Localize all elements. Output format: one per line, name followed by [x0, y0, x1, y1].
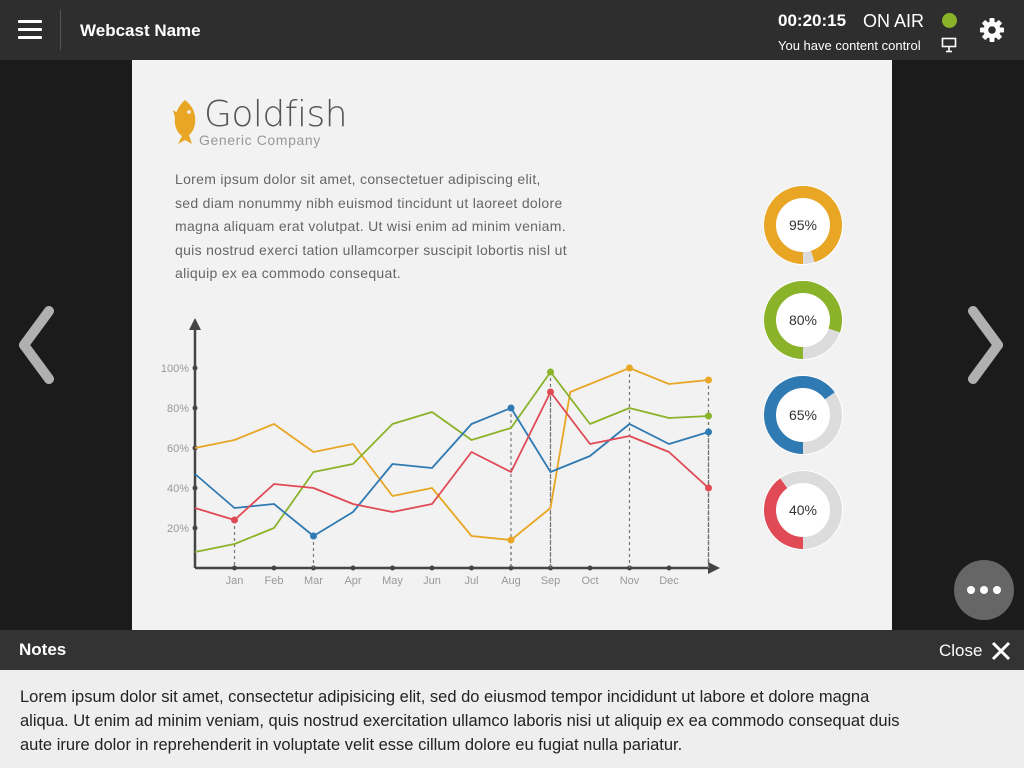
- menu-icon-bar: [18, 28, 42, 31]
- status-label: ON AIR: [863, 11, 925, 31]
- slide-charts: 20% 40% 60% 80% 100% Jan Feb Mar Apr May Jun Jul Aug…: [161, 185, 843, 587]
- y-tick-label: 20%: [167, 523, 189, 535]
- y-tick-mark: [192, 365, 198, 371]
- x-tick-label: Dec: [659, 575, 679, 587]
- slide: Goldfish Generic Company Lorem ipsum dol…: [132, 60, 892, 630]
- highlight-point: [547, 368, 554, 376]
- series-line: [194, 391, 710, 521]
- notes-title: Notes: [19, 640, 67, 659]
- donut-label: 65%: [789, 407, 817, 423]
- x-tick-mark: [271, 565, 277, 571]
- series-line: [194, 371, 709, 553]
- notes-body: Lorem ipsum dolor sit amet, consectetur …: [0, 670, 1024, 768]
- x-tick-label: Apr: [344, 575, 361, 587]
- x-tick-mark: [469, 565, 474, 571]
- notes-line: aliqua. Ut enim ad minim veniam, quis no…: [20, 712, 900, 730]
- y-axis-arrow: [189, 318, 201, 330]
- close-notes-button[interactable]: Close: [939, 638, 1012, 664]
- x-tick-mark: [587, 565, 593, 571]
- x-tick-label: Jan: [226, 575, 244, 587]
- donut-label: 80%: [789, 312, 817, 328]
- top-bar: Webcast Name 00:20:15 ON AIR You have co…: [0, 0, 1024, 60]
- ellipsis-dot: [993, 586, 1001, 594]
- presentation-stage: Goldfish Generic Company Lorem ipsum dol…: [0, 60, 1024, 630]
- ellipsis-dot: [980, 586, 988, 594]
- x-tick-label: Sep: [541, 575, 561, 587]
- highlight-point: [705, 376, 712, 384]
- x-tick-label: Aug: [501, 575, 521, 587]
- previous-slide-arrow-icon[interactable]: [16, 305, 56, 385]
- x-tick-mark: [429, 565, 435, 571]
- highlight-point: [507, 404, 515, 412]
- donut-label: 95%: [789, 217, 817, 233]
- y-tick-mark: [192, 525, 198, 531]
- notes-line: aute irure dolor in reprehenderit in vol…: [20, 736, 683, 754]
- close-label: Close: [939, 641, 983, 660]
- y-tick-mark: [192, 405, 198, 411]
- highlight-point: [310, 532, 317, 540]
- x-tick-label: Nov: [620, 575, 640, 587]
- donut-label: 40%: [789, 502, 817, 518]
- highlight-point: [626, 364, 633, 372]
- y-tick-label: 80%: [167, 403, 189, 415]
- series-line: [194, 407, 709, 537]
- y-tick-label: 100%: [161, 363, 189, 375]
- ellipsis-icon: [967, 586, 975, 594]
- menu-button[interactable]: [18, 20, 42, 40]
- x-tick-mark: [350, 565, 356, 571]
- highlight-point: [231, 516, 238, 524]
- menu-icon-bar: [18, 36, 42, 39]
- highlight-point: [705, 484, 712, 492]
- header-divider: [60, 10, 61, 50]
- x-tick-label: May: [382, 575, 403, 587]
- broadcast-timer: 00:20:15: [778, 11, 847, 30]
- close-icon: [992, 641, 1011, 661]
- y-tick-label: 60%: [167, 443, 189, 455]
- next-slide-arrow-icon[interactable]: [966, 305, 1006, 385]
- x-tick-label: Jun: [423, 575, 441, 587]
- status-indicator-icon: [942, 13, 957, 28]
- presenter-screen-icon[interactable]: [941, 37, 957, 53]
- y-tick-label: 40%: [167, 483, 189, 495]
- highlight-point: [507, 536, 515, 544]
- x-tick-label: Feb: [265, 575, 284, 587]
- series-line: [194, 367, 709, 541]
- x-tick-mark: [666, 565, 672, 571]
- x-tick-label: Mar: [304, 575, 323, 587]
- notes-header: Notes Close: [0, 630, 1024, 670]
- x-tick-label: Oct: [581, 575, 598, 587]
- notes-line: Lorem ipsum dolor sit amet, consectetur …: [20, 688, 870, 706]
- x-tick-label: Jul: [464, 575, 478, 587]
- highlight-point: [547, 388, 554, 396]
- highlight-point: [705, 412, 712, 420]
- webcast-title: Webcast Name: [80, 21, 201, 40]
- menu-icon: [18, 20, 42, 23]
- x-tick-mark: [390, 565, 395, 571]
- content-control-text: You have content control: [778, 38, 921, 53]
- gear-icon[interactable]: [978, 16, 1006, 44]
- highlight-point: [705, 428, 712, 436]
- y-tick-mark: [192, 485, 198, 491]
- more-options-button[interactable]: [954, 560, 1014, 620]
- x-axis-arrow: [708, 562, 720, 574]
